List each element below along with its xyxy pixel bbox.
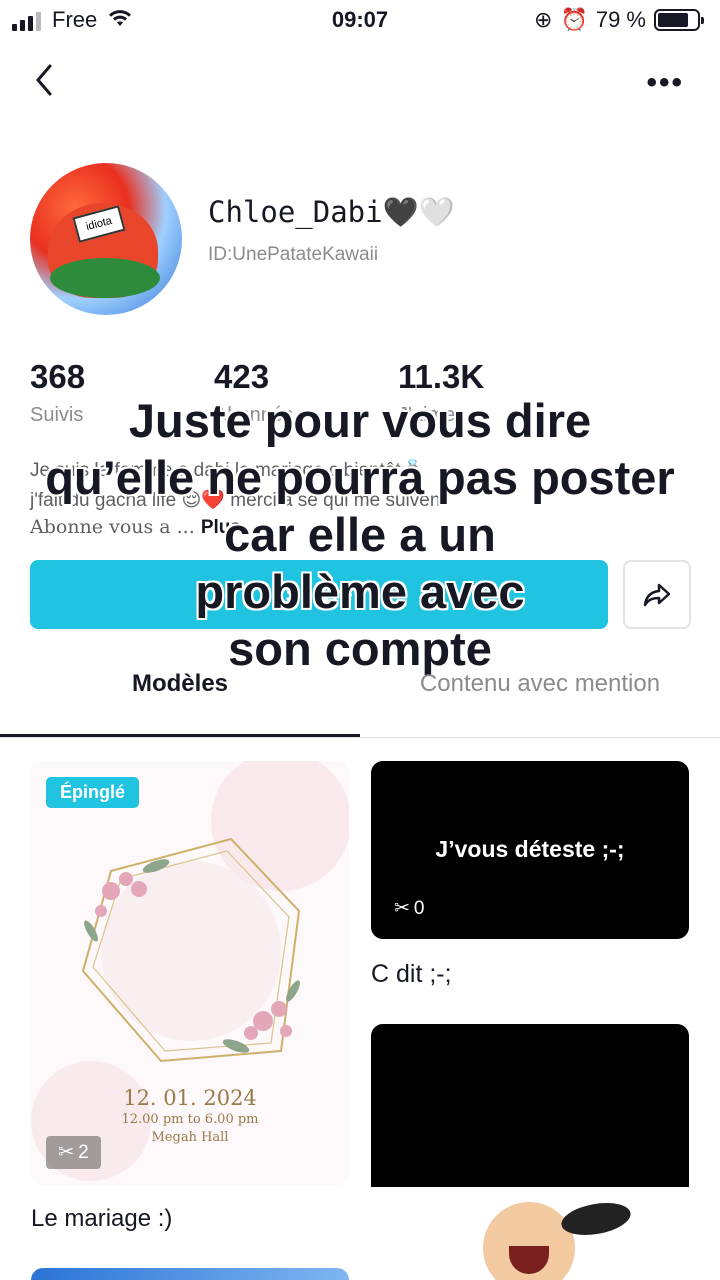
status-right: ⊕ ⏰ 79 % bbox=[534, 7, 704, 33]
user-id: ID:UnePatateKawaii bbox=[208, 244, 379, 265]
more-options-button[interactable]: ••• bbox=[646, 66, 684, 100]
avatar[interactable]: idiota bbox=[30, 163, 182, 315]
followers-count[interactable]: 423 bbox=[214, 358, 269, 396]
template-card-video[interactable] bbox=[371, 1024, 689, 1280]
card-date: 12. 01. 2024 bbox=[123, 1086, 257, 1110]
scissors-icon: ✂ bbox=[394, 898, 410, 919]
template-title[interactable]: C dit ;-; bbox=[371, 960, 452, 989]
caption-line: car elle a un bbox=[224, 508, 496, 561]
template-card-partial[interactable] bbox=[31, 1268, 349, 1280]
caption-line: Juste pour vous dire bbox=[128, 394, 592, 447]
card-preview-text: J’vous déteste ;-; bbox=[435, 836, 625, 862]
caption-line: qu’elle ne pourra pas poster bbox=[45, 451, 675, 504]
following-count[interactable]: 368 bbox=[30, 358, 85, 396]
alarm-icon: ⏰ bbox=[560, 7, 588, 32]
uses-badge: ✂ 0 bbox=[394, 897, 425, 920]
uses-count: 2 bbox=[78, 1141, 89, 1163]
scissors-icon: ✂ bbox=[58, 1142, 75, 1163]
uses-count: 0 bbox=[413, 897, 425, 919]
card-time: 12.00 pm to 6.00 pm bbox=[121, 1112, 259, 1127]
back-button[interactable] bbox=[30, 60, 66, 100]
uses-badge: ✂ 2 bbox=[46, 1136, 101, 1169]
battery-percent: 79 % bbox=[595, 7, 646, 32]
status-bar: Free 09:07 ⊕ ⏰ 79 % bbox=[0, 0, 720, 40]
overlay-caption: Juste pour vous dire qu’elle ne pourra p… bbox=[0, 392, 720, 677]
chevron-left-icon bbox=[36, 64, 52, 96]
avatar-decoration bbox=[50, 258, 160, 298]
caption-line: son compte bbox=[228, 622, 492, 675]
template-title[interactable]: Le mariage :) bbox=[31, 1205, 172, 1233]
tab-mentions[interactable]: Contenu avec mention bbox=[360, 670, 720, 698]
tab-divider bbox=[0, 737, 720, 738]
pinned-badge: Épinglé bbox=[46, 777, 140, 808]
caption-line: problème avec bbox=[195, 565, 525, 618]
orientation-lock-icon: ⊕ bbox=[534, 7, 553, 32]
likes-count: 11.3K bbox=[398, 358, 485, 395]
username: Chloe_Dabi🖤🤍 bbox=[208, 195, 455, 229]
tab-templates[interactable]: Modèles bbox=[0, 670, 360, 698]
battery-icon bbox=[654, 9, 704, 31]
ellipsis-icon: ••• bbox=[646, 66, 684, 99]
